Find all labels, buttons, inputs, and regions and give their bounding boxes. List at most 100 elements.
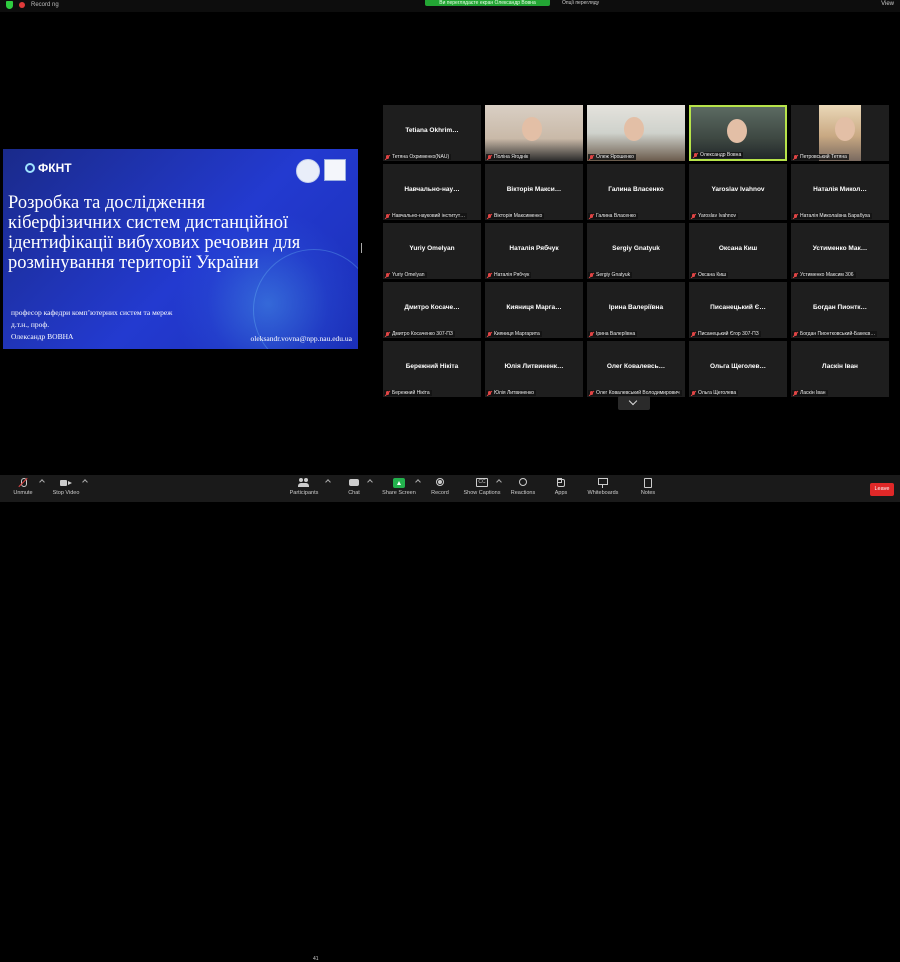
shield-icon[interactable]	[6, 1, 13, 9]
unmute-button[interactable]: Unmute	[8, 478, 38, 496]
department-emblem-icon	[324, 159, 346, 181]
microphone-muted-icon	[691, 331, 696, 337]
participant-label: Писанецький Єгор 307-ПЗ	[690, 331, 761, 337]
shared-screen-slide: ФКНТ Розробка та дослідження кіберфізичн…	[3, 149, 358, 349]
participant-name: Ласкін Іван	[821, 363, 858, 370]
next-page-button[interactable]	[618, 396, 650, 410]
participant-label-text: Ольга Щеголева	[698, 390, 737, 396]
notes-icon	[642, 478, 654, 488]
participant-label-text: Писанецький Єгор 307-ПЗ	[698, 331, 759, 337]
whiteboard-icon	[597, 478, 609, 488]
slide-author: професор кафедри комп’ютерних систем та …	[11, 308, 173, 341]
participant-tile[interactable]: Sergiy Gnatyuk Sergiy Gnatyuk	[587, 223, 685, 279]
participant-label-text: Ірина Валеріївна	[596, 331, 636, 337]
participant-tile[interactable]: Олександр Вовна	[689, 105, 787, 161]
participant-name: Писанецький Є…	[710, 304, 766, 311]
participant-gallery: Tetiana Okhrim… Тетяна Охрименко(NAU) Полі…	[383, 105, 889, 397]
participant-tile[interactable]: Дмитро Косаче… Дмитро Косаченко 307-ПЗ	[383, 282, 481, 338]
participant-tile[interactable]: Бережний Нікіта Бережний Нікіта	[383, 341, 481, 397]
participant-tile[interactable]: Tetiana Okhrim… Тетяна Охрименко(NAU)	[383, 105, 481, 161]
meeting-toolbar: Unmute Stop Video Participants 41 Chat S…	[0, 475, 900, 962]
microphone-muted-icon	[691, 272, 696, 278]
microphone-muted-icon	[385, 331, 390, 337]
screen-share-banner: Ви переглядаєте екран Олександр Вовна	[425, 0, 550, 6]
view-options-button[interactable]: Опції перегляду	[562, 0, 599, 6]
slide-title: Розробка та дослідження кіберфізичних си…	[8, 193, 301, 273]
participant-tile[interactable]: Ольга Щеголев… Ольга Щеголева	[689, 341, 787, 397]
participant-tile[interactable]: Yaroslav Ivahnov Yaroslav Ivahnov	[689, 164, 787, 220]
participant-tile[interactable]: Ірина Валеріївна Ірина Валеріївна	[587, 282, 685, 338]
share-screen-button[interactable]: Share Screen	[381, 478, 417, 496]
microphone-muted-icon	[793, 213, 798, 219]
participant-label: Олександр Вовна	[692, 152, 744, 158]
reactions-button[interactable]: Reactions	[508, 478, 538, 496]
stop-video-button[interactable]: Stop Video	[50, 478, 82, 496]
participant-label-text: Олеж Ярошенко	[596, 154, 634, 160]
whiteboards-button[interactable]: Whiteboards	[585, 478, 621, 496]
apps-button[interactable]: Apps	[551, 478, 571, 496]
participant-tile[interactable]: Ласкін Іван Ласкін Іван	[791, 341, 889, 397]
participant-tile[interactable]: Юлія Литвиненк… Юлія Литвиненко	[485, 341, 583, 397]
logo-mark-icon	[25, 163, 35, 173]
microphone-muted-icon	[793, 154, 798, 160]
participant-name: Дмитро Косаче…	[404, 304, 460, 311]
chevron-up-icon[interactable]	[325, 479, 331, 485]
participant-tile[interactable]: Yuriy Omelyan Yuriy Omelyan	[383, 223, 481, 279]
participant-label: Богдан Пионтковський-Бакеєв…	[792, 331, 878, 337]
participant-label-text: Тетяна Охрименко(NAU)	[392, 154, 450, 160]
participant-tile[interactable]: Навчально-нау… Навчально-науковий інститу…	[383, 164, 481, 220]
participant-label: Юлія Литвиненко	[486, 390, 537, 396]
microphone-muted-icon	[691, 390, 696, 396]
slide-logo: ФКНТ	[25, 161, 72, 175]
microphone-muted-icon	[793, 390, 798, 396]
participant-label-text: Юлія Литвиненко	[494, 390, 535, 396]
record-button[interactable]: Record	[428, 478, 452, 496]
participant-label: Поліна Ягоднік	[486, 154, 531, 160]
participant-tile[interactable]: Наталія Рябчук Наталія Рябчук	[485, 223, 583, 279]
participant-tile[interactable]: Богдан Пионтк… Богдан Пионтковський-Бакеє…	[791, 282, 889, 338]
participant-tile[interactable]: Галина Власенко Галина Власенко	[587, 164, 685, 220]
participant-face	[726, 119, 747, 143]
share-screen-icon	[393, 478, 405, 488]
participant-label: Наталія Рябчук	[486, 272, 532, 278]
reactions-icon	[517, 478, 529, 488]
record-dot-icon	[19, 2, 25, 8]
participant-tile[interactable]: Писанецький Є… Писанецький Єгор 307-ПЗ	[689, 282, 787, 338]
notes-button[interactable]: Notes	[638, 478, 658, 496]
participant-tile[interactable]: Наталія Микол… Наталія Миколаївна Барабух…	[791, 164, 889, 220]
chevron-up-icon[interactable]	[367, 479, 373, 485]
participant-name: Навчально-нау…	[404, 186, 460, 193]
participant-label: Ірина Валеріївна	[588, 331, 638, 337]
microphone-muted-icon	[589, 272, 594, 278]
participant-tile[interactable]: Оксана Киш Оксана Киш	[689, 223, 787, 279]
microphone-muted-icon	[691, 213, 696, 219]
participant-label: Оксана Киш	[690, 272, 729, 278]
participant-label-text: Наталія Миколаївна Барабуха	[800, 213, 871, 219]
participant-label: Дмитро Косаченко 307-ПЗ	[384, 331, 455, 337]
chevron-up-icon[interactable]	[82, 479, 88, 485]
participant-label-text: Галина Власенко	[596, 213, 636, 219]
participant-label-text: Богдан Пионтковський-Бакеєв…	[800, 331, 876, 337]
participant-tile[interactable]: Поліна Ягоднік	[485, 105, 583, 161]
apps-icon	[555, 478, 567, 488]
microphone-muted-icon	[589, 331, 594, 337]
participant-tile[interactable]: Кияниця Марга… Кияниця Маргарита	[485, 282, 583, 338]
participant-label-text: Петровський Тетяна	[800, 154, 847, 160]
leave-button[interactable]: Leave	[870, 483, 894, 496]
participant-tile[interactable]: Петровський Тетяна	[791, 105, 889, 161]
participant-tile[interactable]: Олег Ковалевсь… Олег Ковалевський Володим…	[587, 341, 685, 397]
participant-tile[interactable]: Устименко Мак… Устименко Максим 306	[791, 223, 889, 279]
participant-label: Петровський Тетяна	[792, 154, 849, 160]
chat-button[interactable]: Chat	[343, 478, 365, 496]
meeting-info: Record ng	[6, 1, 59, 9]
participant-label: Олеж Ярошенко	[588, 154, 636, 160]
split-view-handle[interactable]	[361, 243, 362, 253]
participant-tile[interactable]: Вікторія Макси… Вікторія Максименко	[485, 164, 583, 220]
participant-tile[interactable]: Олеж Ярошенко	[587, 105, 685, 161]
microphone-muted-icon	[385, 390, 390, 396]
view-button[interactable]: View	[881, 1, 894, 7]
top-bar: Record ng Ви переглядаєте екран Олександ…	[0, 0, 900, 12]
participants-button[interactable]: Participants	[286, 478, 322, 496]
participant-name: Олег Ковалевсь…	[606, 363, 666, 370]
chevron-up-icon[interactable]	[39, 479, 45, 485]
